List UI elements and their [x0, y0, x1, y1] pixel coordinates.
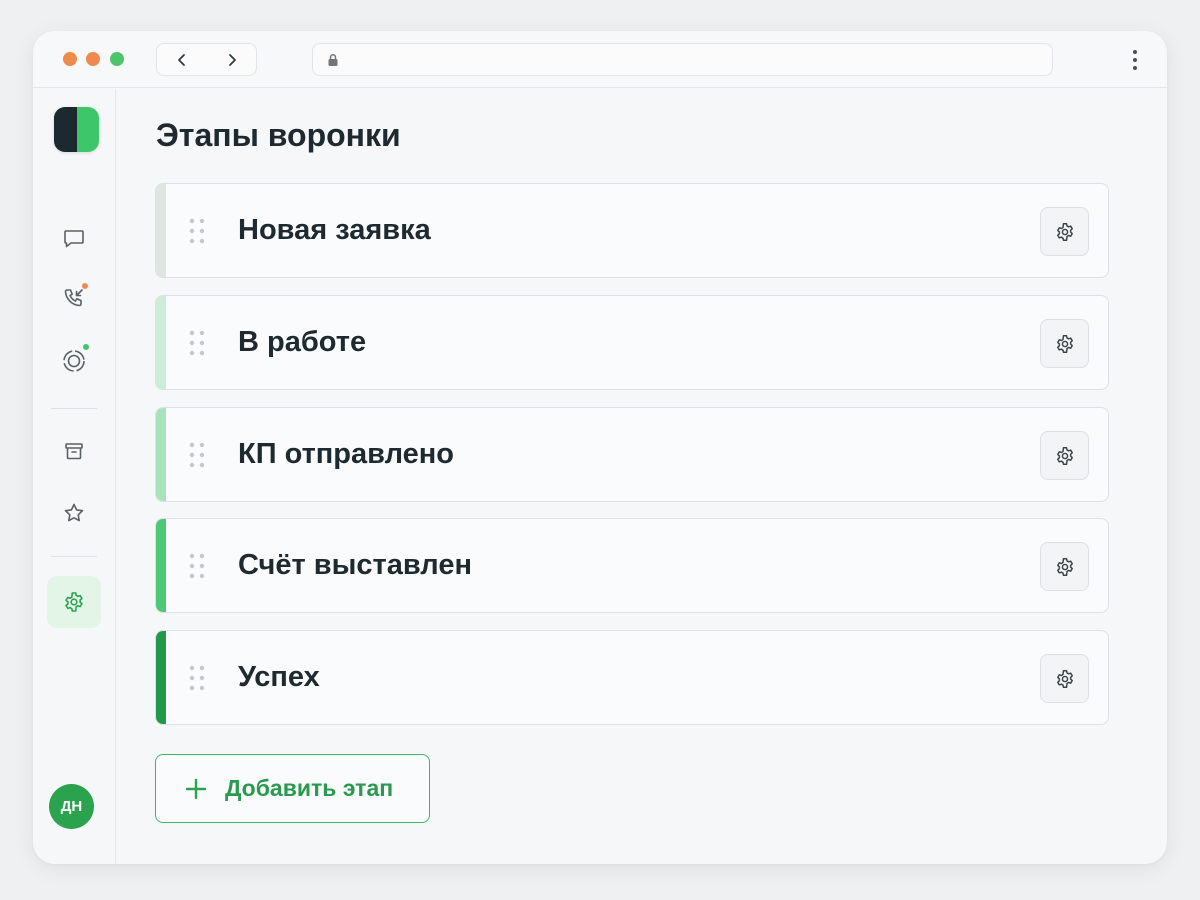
drag-handle-icon	[189, 553, 205, 579]
sidebar-item-favorites[interactable]	[47, 487, 101, 539]
forward-button[interactable]	[207, 44, 257, 75]
drag-handle-icon	[189, 218, 205, 244]
gear-icon	[1056, 557, 1073, 576]
drag-handle[interactable]	[187, 664, 207, 692]
drag-handle[interactable]	[187, 329, 207, 357]
app-logo[interactable]	[54, 107, 99, 152]
stage-color-bar	[156, 519, 166, 612]
sidebar-item-chats[interactable]	[47, 212, 101, 264]
address-bar[interactable]	[312, 43, 1053, 76]
stage-name: Счёт выставлен	[238, 549, 472, 581]
stage-settings-button[interactable]	[1040, 431, 1089, 480]
stage-row[interactable]: Успех	[155, 630, 1109, 725]
sidebar-item-archive[interactable]	[47, 425, 101, 477]
drag-handle[interactable]	[187, 217, 207, 245]
drag-handle-icon	[189, 330, 205, 356]
chevron-left-icon	[178, 53, 185, 66]
stage-name: Новая заявка	[238, 214, 431, 246]
stage-row[interactable]: КП отправлено	[155, 407, 1109, 502]
stage-settings-button[interactable]	[1040, 654, 1089, 703]
sidebar-divider	[51, 556, 97, 557]
sidebar: ДН	[33, 89, 116, 864]
back-button[interactable]	[157, 44, 207, 75]
gear-icon	[1056, 334, 1073, 353]
sidebar-item-calls[interactable]	[47, 272, 101, 324]
drag-handle-icon	[189, 665, 205, 691]
stage-color-bar	[156, 296, 166, 389]
drag-handle[interactable]	[187, 441, 207, 469]
sidebar-item-settings[interactable]	[47, 576, 101, 628]
more-vertical-icon[interactable]	[1125, 49, 1145, 71]
lock-icon	[328, 54, 338, 66]
gear-icon	[65, 592, 83, 612]
navigation-buttons	[156, 43, 257, 76]
stage-color-bar	[156, 408, 166, 501]
stage-row[interactable]: В работе	[155, 295, 1109, 390]
stage-name: КП отправлено	[238, 438, 454, 470]
browser-window: ДН Этапы воронки Новая заявка В работе КП …	[33, 31, 1167, 864]
chevron-right-icon	[229, 53, 236, 66]
target-icon	[63, 350, 85, 372]
add-stage-button[interactable]: Добавить этап	[155, 754, 430, 823]
stage-settings-button[interactable]	[1040, 319, 1089, 368]
archive-icon	[65, 443, 83, 460]
gear-icon	[1056, 222, 1073, 241]
page-title: Этапы воронки	[156, 117, 401, 153]
maximize-window-button[interactable]	[110, 52, 124, 66]
minimize-window-button[interactable]	[86, 52, 100, 66]
plus-icon	[185, 778, 207, 799]
stage-name: Успех	[238, 661, 320, 693]
notification-badge	[81, 282, 89, 290]
add-stage-label: Добавить этап	[225, 775, 394, 801]
drag-handle-icon	[189, 442, 205, 468]
chat-icon	[64, 230, 84, 248]
status-badge	[82, 343, 90, 351]
drag-handle[interactable]	[187, 552, 207, 580]
close-window-button[interactable]	[63, 52, 77, 66]
stage-settings-button[interactable]	[1040, 207, 1089, 256]
stage-settings-button[interactable]	[1040, 542, 1089, 591]
stage-row[interactable]: Новая заявка	[155, 183, 1109, 278]
gear-icon	[1056, 669, 1073, 688]
sidebar-item-goals[interactable]	[47, 335, 101, 387]
avatar[interactable]: ДН	[49, 784, 94, 829]
stage-row[interactable]: Счёт выставлен	[155, 518, 1109, 613]
gear-icon	[1056, 446, 1073, 465]
title-bar	[33, 31, 1167, 88]
stage-name: В работе	[238, 326, 367, 358]
star-icon	[64, 503, 84, 522]
sidebar-divider	[51, 408, 97, 409]
stage-color-bar	[156, 184, 166, 277]
stage-color-bar	[156, 631, 166, 724]
